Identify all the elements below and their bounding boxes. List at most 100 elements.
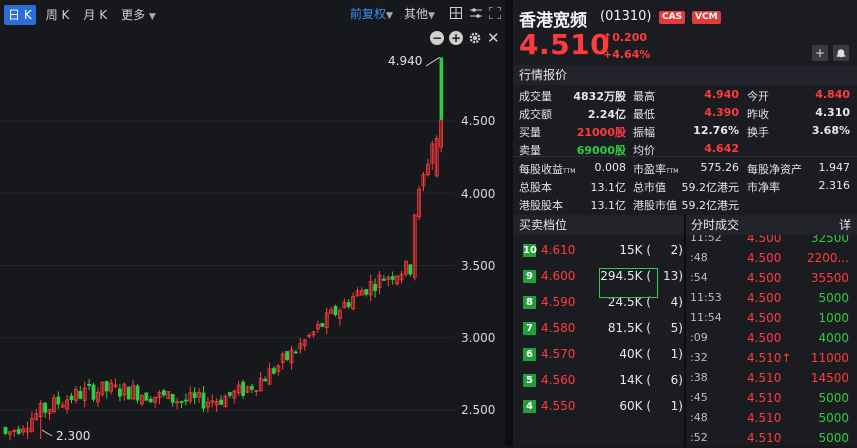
fundamental-label: 每股收益TTM xyxy=(519,161,575,177)
trade-volume: 4000 xyxy=(818,331,849,345)
candle-body xyxy=(135,385,140,401)
trade-row: :38 4.510 14500 xyxy=(686,368,857,388)
ttm-tag: TTM xyxy=(666,168,679,175)
trade-price-value: 4.510 xyxy=(747,371,782,385)
price-change: ↑0.200 xyxy=(603,31,647,44)
fundamental-value: 2.316 xyxy=(818,179,851,192)
candle-body xyxy=(56,396,61,405)
candle-body xyxy=(118,388,122,397)
stat-label: 买量 xyxy=(519,126,541,139)
trade-price: 4.500 xyxy=(747,311,781,325)
trade-price: 4.510 xyxy=(747,431,781,445)
stat-label: 成交量 xyxy=(519,90,552,103)
trade-price: 4.500 xyxy=(747,331,781,345)
candle-body xyxy=(263,378,268,382)
trade-volume: 35500 xyxy=(810,271,849,285)
candle-body xyxy=(333,306,338,316)
candle-body xyxy=(249,386,254,390)
stat-value: 2.24亿 xyxy=(587,108,626,121)
fundamental-label-text: 总市值 xyxy=(633,181,666,194)
bell-alert-icon[interactable] xyxy=(833,45,849,61)
stat-value: 12.76% xyxy=(693,124,739,137)
fundamental-label-text: 每股净资产 xyxy=(747,163,802,176)
trade-row: :48 4.500 2200... xyxy=(686,248,857,268)
trade-volume: 1000 xyxy=(818,311,849,325)
candle-body xyxy=(161,390,166,396)
trade-price-value: 4.500 xyxy=(747,271,782,285)
trade-time: :48 xyxy=(690,411,708,424)
trade-time: 11:54 xyxy=(690,311,722,324)
candle-body xyxy=(91,384,96,400)
candle-body xyxy=(170,393,175,403)
candle-body xyxy=(390,276,395,280)
fundamental-value: 13.1亿 xyxy=(590,181,627,194)
stat-label: 成交额 xyxy=(519,108,552,121)
trade-row: :52 4.510 5000 xyxy=(686,428,857,446)
stat-value: 4832万股 xyxy=(573,90,626,103)
fundamental-label-text: 总股本 xyxy=(519,181,552,194)
high-marker-line xyxy=(425,56,440,67)
kline-panel: 日 K 周 K 月 K 更多 ▼ 前复权▼ 其他▼ − + ✕ 4.500 4.… xyxy=(0,0,505,446)
stat-value: 4.390 xyxy=(704,106,739,119)
candle-body xyxy=(69,395,74,401)
candle-body xyxy=(364,289,369,295)
candle-body xyxy=(346,302,351,307)
trade-time: :45 xyxy=(690,391,708,404)
orderbook-title: 买卖档位 xyxy=(513,215,684,235)
stat-label: 最高 xyxy=(633,90,655,103)
fundamental-label: 市净率 xyxy=(747,179,780,195)
add-watchlist-icon[interactable]: + xyxy=(812,45,828,61)
fundamental-label: 港股股本 xyxy=(519,197,563,213)
stat-label: 振幅 xyxy=(633,126,655,139)
up-arrow-icon: ↑ xyxy=(603,31,613,44)
trade-price: 4.500 xyxy=(747,251,781,265)
up-arrow-icon: ↑ xyxy=(781,351,792,365)
trades-detail-link[interactable]: 详 xyxy=(839,215,851,235)
y-tick-label: 4.000 xyxy=(461,187,496,201)
candle-body xyxy=(241,381,246,396)
candle-body xyxy=(144,392,149,401)
trade-time: :32 xyxy=(690,351,708,364)
fundamental-label-text: 市净率 xyxy=(747,181,780,194)
candle-body xyxy=(3,427,8,434)
vcm-badge: VCM xyxy=(692,11,721,24)
fundamental-label-text: 市盈率 xyxy=(633,163,666,176)
trade-price-value: 4.510 xyxy=(747,351,782,365)
last-price: 4.510 xyxy=(519,28,611,61)
fundamental-label: 港股市值 xyxy=(633,197,677,213)
panel-divider[interactable] xyxy=(505,0,513,446)
trade-time: :09 xyxy=(690,331,708,344)
candle-body xyxy=(78,390,83,399)
trade-volume: 5000 xyxy=(818,391,849,405)
y-tick-label: 3.000 xyxy=(461,331,496,345)
candle-body xyxy=(192,392,197,398)
fundamental-value: 59.2亿港元 xyxy=(681,199,740,212)
candle-body xyxy=(285,351,290,360)
candle-body xyxy=(148,398,153,403)
trade-price-value: 4.500 xyxy=(747,311,782,325)
high-price-label: 4.940 xyxy=(388,54,423,68)
stat-value: 4.840 xyxy=(815,88,850,101)
candle-body xyxy=(408,264,413,275)
price-change-value: 0.200 xyxy=(612,31,648,44)
trade-row: :32 4.510↑ 11000 xyxy=(686,348,857,368)
fundamental-value: 0.008 xyxy=(594,161,627,174)
trade-volume: 2200... xyxy=(807,251,849,265)
candle-body xyxy=(104,380,109,392)
candle-body xyxy=(373,284,378,291)
y-tick-label: 2.500 xyxy=(461,403,496,417)
stat-value: 3.68% xyxy=(811,124,850,137)
price-change-pct: +4.64% xyxy=(603,48,651,61)
stat-label: 换手 xyxy=(747,126,769,139)
trade-row: :48 4.510 5000 xyxy=(686,408,857,428)
stat-label: 今开 xyxy=(747,90,769,103)
trade-time: :54 xyxy=(690,271,708,284)
trade-time: :38 xyxy=(690,371,708,384)
cas-badge: CAS xyxy=(659,11,686,24)
stats-section-title: 行情报价 xyxy=(513,65,857,85)
trade-row: :54 4.500 35500 xyxy=(686,268,857,288)
divider xyxy=(513,156,857,157)
candle-body xyxy=(179,401,184,403)
fundamental-label: 总市值 xyxy=(633,179,666,195)
stat-label: 昨收 xyxy=(747,108,769,121)
